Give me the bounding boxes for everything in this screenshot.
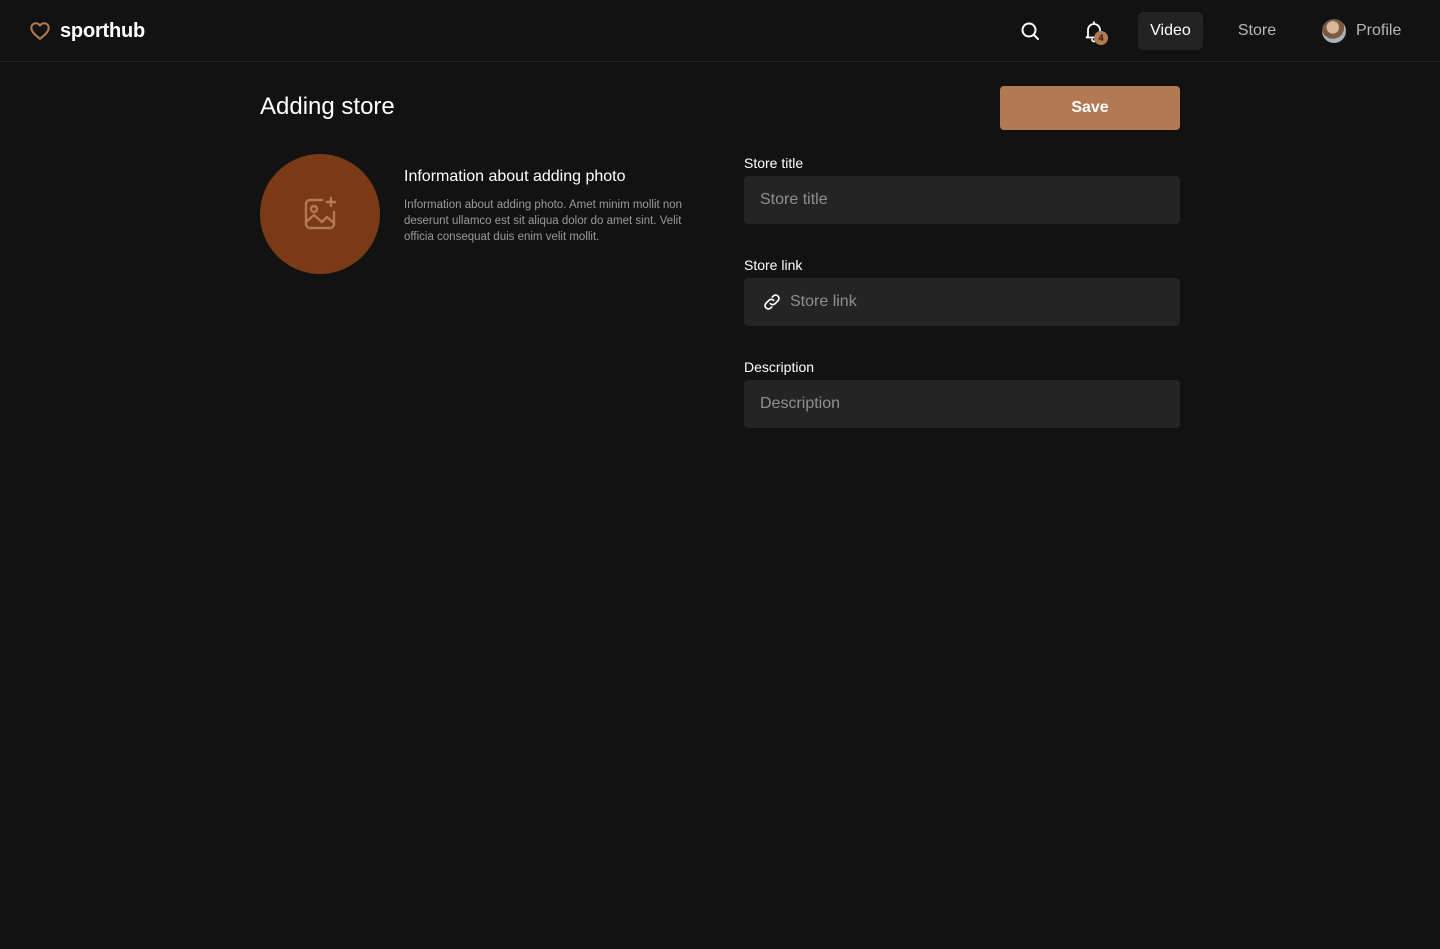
- notifications-button[interactable]: 4: [1082, 19, 1108, 45]
- notification-count-badge: 4: [1094, 31, 1108, 45]
- page-title: Adding store: [260, 93, 395, 120]
- nav-video-tab[interactable]: Video: [1138, 12, 1203, 50]
- photo-info-title: Information about adding photo: [404, 168, 626, 185]
- store-title-label: Store title: [744, 155, 804, 171]
- image-add-icon: [304, 196, 337, 230]
- store-link-label: Store link: [744, 257, 803, 273]
- store-link-input[interactable]: Store link: [744, 278, 1180, 326]
- description-placeholder: Description: [760, 395, 841, 412]
- profile-menu[interactable]: Profile: [1322, 19, 1401, 43]
- link-icon: [764, 294, 780, 310]
- store-link-placeholder: Store link: [790, 293, 857, 310]
- store-title-placeholder: Store title: [760, 191, 828, 208]
- nav-store-tab[interactable]: Store: [1227, 12, 1287, 50]
- avatar: [1322, 19, 1346, 43]
- logo[interactable]: sporthub: [29, 19, 145, 43]
- heart-icon: [30, 22, 50, 40]
- description-label: Description: [744, 359, 815, 375]
- logo-text: sporthub: [60, 19, 146, 42]
- add-photo-button[interactable]: [260, 154, 380, 274]
- save-button[interactable]: Save: [1000, 86, 1180, 130]
- photo-info-text: Information about adding photo. Amet min…: [404, 199, 683, 243]
- search-icon[interactable]: [1018, 19, 1042, 43]
- store-title-input[interactable]: Store title: [744, 176, 1180, 224]
- description-input[interactable]: Description: [744, 380, 1180, 428]
- profile-label: Profile: [1356, 22, 1402, 39]
- top-header: sporthub 4 Video Store Profile: [0, 0, 1440, 62]
